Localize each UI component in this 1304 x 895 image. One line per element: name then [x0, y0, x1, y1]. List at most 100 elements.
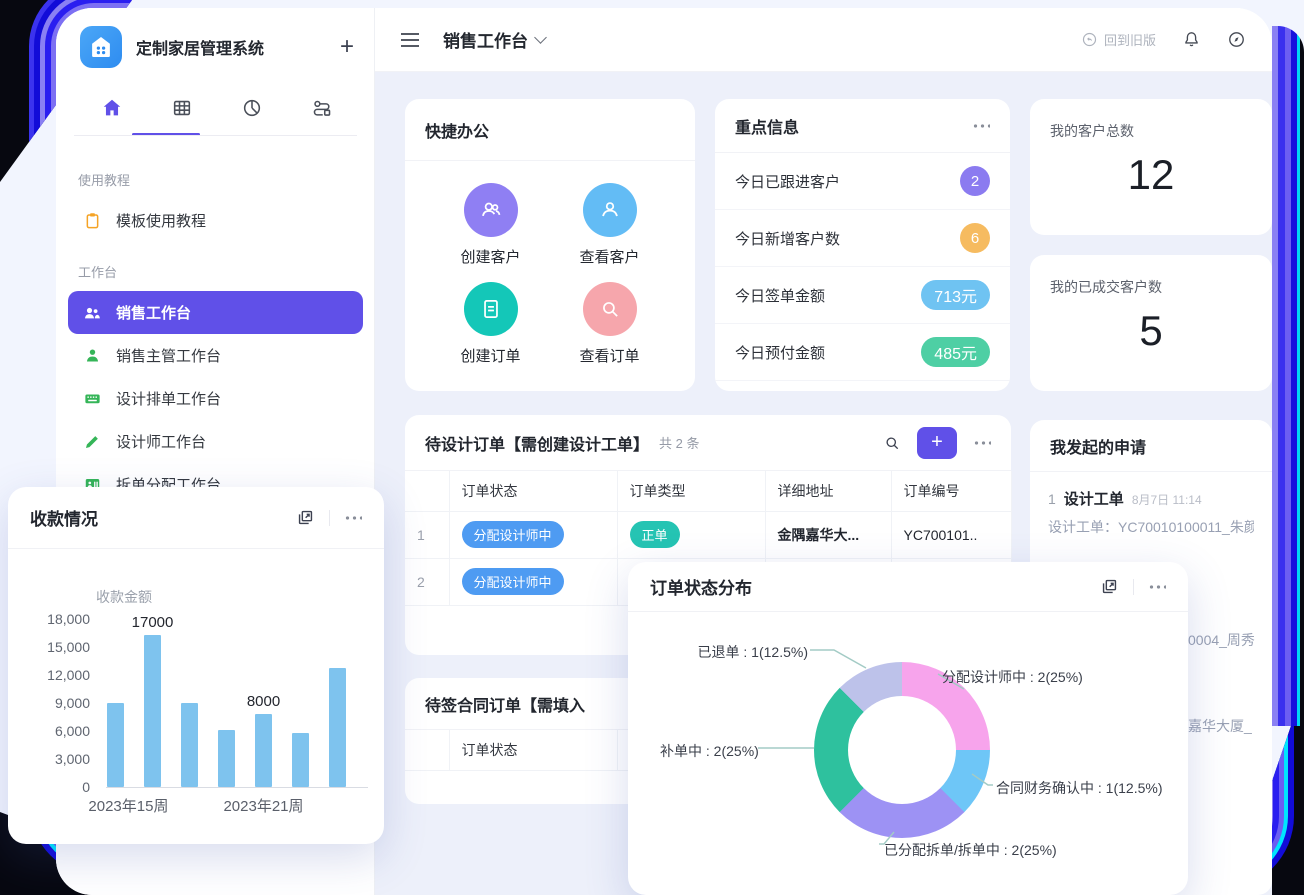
- card-title: 重点信息: [735, 114, 799, 138]
- amount-badge: 713元: [921, 280, 990, 310]
- topbar: 销售工作台 回到旧版: [375, 8, 1272, 72]
- key-info-row: 今日已跟进客户 2: [715, 153, 1010, 210]
- slice-label-contract-finance: 合同财务确认中 : 1(12.5%): [996, 778, 1162, 798]
- keyboard-icon: [82, 389, 102, 409]
- column-header: [405, 730, 449, 770]
- hamburger-menu-icon[interactable]: [401, 33, 419, 47]
- payment-status-card: 收款情况 收款金额 18,00015,00012,0009,0006,0003,…: [8, 487, 384, 844]
- sidebar-item-design-scheduling-workbench[interactable]: 设计排单工作台: [68, 377, 363, 420]
- search-icon: [583, 282, 637, 336]
- app-title: 定制家居管理系统: [136, 35, 264, 59]
- bar-yticks: 18,00015,00012,0009,0006,0003,0000: [18, 620, 90, 788]
- sidebar-item-label: 设计师工作台: [116, 431, 206, 452]
- sidebar-item-sales-manager-workbench[interactable]: 销售主管工作台: [68, 334, 363, 377]
- type-pill: 正单: [630, 521, 680, 548]
- view-customer-action[interactable]: 查看客户: [550, 175, 669, 274]
- sidebar-item-designer-workbench[interactable]: 设计师工作台: [68, 420, 363, 463]
- status-pill: 分配设计师中: [462, 521, 564, 548]
- slice-label-returned: 已退单 : 1(12.5%): [668, 642, 808, 662]
- total-customers-card: 我的客户总数 12: [1030, 99, 1272, 235]
- key-info-label: 今日预付金额: [735, 342, 825, 363]
- slice-label-split-order: 已分配拆单/拆单中 : 2(25%): [884, 840, 1057, 860]
- open-external-icon[interactable]: [296, 508, 315, 527]
- revert-icon: [1081, 31, 1098, 48]
- row-index: 1: [405, 511, 449, 558]
- y-axis-tick: 6,000: [18, 723, 90, 739]
- bar: [292, 733, 309, 787]
- key-info-label: 今日新增客户数: [735, 228, 840, 249]
- sidebar-item-label: 模板使用教程: [116, 210, 206, 231]
- compass-icon[interactable]: [1227, 30, 1246, 49]
- more-menu-icon[interactable]: [973, 440, 991, 446]
- sidebar-item-label: 销售主管工作台: [116, 345, 221, 366]
- workbench-switcher[interactable]: 销售工作台: [443, 27, 545, 52]
- item-index: 1: [1048, 491, 1056, 507]
- add-order-button[interactable]: +: [917, 427, 957, 459]
- y-axis-tick: 9,000: [18, 695, 90, 711]
- key-info-card: 重点信息 今日已跟进客户 2 今日新增客户数 6 今日签单金额 713元 今日预…: [715, 99, 1010, 391]
- stat-value: 12: [1030, 151, 1272, 199]
- tab-grid-icon[interactable]: [168, 94, 196, 122]
- address-cell: 金隅嘉华大...: [765, 511, 891, 558]
- open-external-icon[interactable]: [1100, 577, 1119, 596]
- edge-decoration-right: [1272, 26, 1304, 726]
- key-info-label: 今日已跟进客户: [735, 171, 840, 192]
- action-label: 查看订单: [579, 345, 639, 366]
- back-to-old-version-button[interactable]: 回到旧版: [1081, 30, 1156, 49]
- bar: [107, 703, 124, 787]
- pencil-icon: [82, 432, 102, 452]
- sidebar-item-label: 销售工作台: [116, 302, 191, 323]
- donut-ring: [814, 662, 990, 838]
- view-order-action[interactable]: 查看订单: [550, 274, 669, 373]
- page-title: 销售工作台: [443, 27, 528, 52]
- bar: [144, 635, 161, 787]
- key-info-row: 今日签单金额 713元: [715, 267, 1010, 324]
- search-icon[interactable]: [883, 434, 901, 452]
- person-icon: [82, 346, 102, 366]
- sidebar-item-template-tutorial[interactable]: 模板使用教程: [68, 199, 363, 242]
- create-customer-action[interactable]: 创建客户: [431, 175, 550, 274]
- sidebar-item-sales-workbench[interactable]: 销售工作台: [68, 291, 363, 334]
- key-info-row: 今日新增客户数 6: [715, 210, 1010, 267]
- bar: [181, 703, 198, 787]
- item-time: 8月7日 11:14: [1132, 491, 1202, 508]
- notification-bell-icon[interactable]: [1182, 30, 1201, 49]
- row-index: 2: [405, 558, 449, 605]
- clipped-text-fragment: 0004_周秀: [1188, 630, 1255, 650]
- item-description: 设计工单：YC70010100011_朱颜: [1048, 517, 1254, 537]
- nav-section-label: 工作台: [78, 262, 353, 281]
- nav-section-label: 使用教程: [78, 170, 353, 189]
- card-title: 订单状态分布: [650, 574, 752, 599]
- y-axis-tick: 3,000: [18, 751, 90, 767]
- donut-hole: [848, 696, 956, 804]
- chevron-down-icon: [534, 31, 547, 44]
- sidebar-item-label: 设计排单工作台: [116, 388, 221, 409]
- tab-home-icon[interactable]: [98, 94, 126, 122]
- people-icon: [464, 183, 518, 237]
- action-label: 查看客户: [579, 246, 639, 267]
- quick-office-card: 快捷办公 创建客户 查看客户: [405, 99, 695, 391]
- create-order-action[interactable]: 创建订单: [431, 274, 550, 373]
- table-row[interactable]: 1 分配设计师中 正单 金隅嘉华大... YC700101..: [405, 511, 1011, 558]
- more-menu-icon[interactable]: [1148, 584, 1166, 590]
- bar-value-label: 17000: [132, 614, 174, 631]
- application-item[interactable]: 1 设计工单 8月7日 11:14 设计工单：YC70010100011_朱颜: [1030, 472, 1272, 537]
- bar-plot: 170008000: [106, 620, 368, 788]
- y-axis-tick: 18,000: [18, 611, 90, 627]
- more-menu-icon[interactable]: [972, 123, 990, 129]
- action-label: 创建订单: [460, 345, 520, 366]
- tab-pie-chart-icon[interactable]: [238, 94, 266, 122]
- bar-xticks: 2023年15周2023年21周: [106, 795, 368, 815]
- x-axis-tick: 2023年21周: [223, 795, 303, 816]
- order-no-cell: YC700101..: [891, 511, 1011, 558]
- bar: [329, 668, 346, 787]
- card-title: 快捷办公: [425, 118, 489, 142]
- stat-label: 我的已成交客户数: [1050, 277, 1162, 297]
- sidebar-tabs: [56, 86, 375, 136]
- tab-route-icon[interactable]: [308, 94, 336, 122]
- x-axis-tick: 2023年15周: [88, 795, 168, 816]
- slice-label-supplement: 补单中 : 2(25%): [660, 741, 759, 761]
- key-info-label: 今日签单金额: [735, 285, 825, 306]
- add-app-button[interactable]: +: [340, 35, 354, 59]
- more-menu-icon[interactable]: [344, 515, 362, 521]
